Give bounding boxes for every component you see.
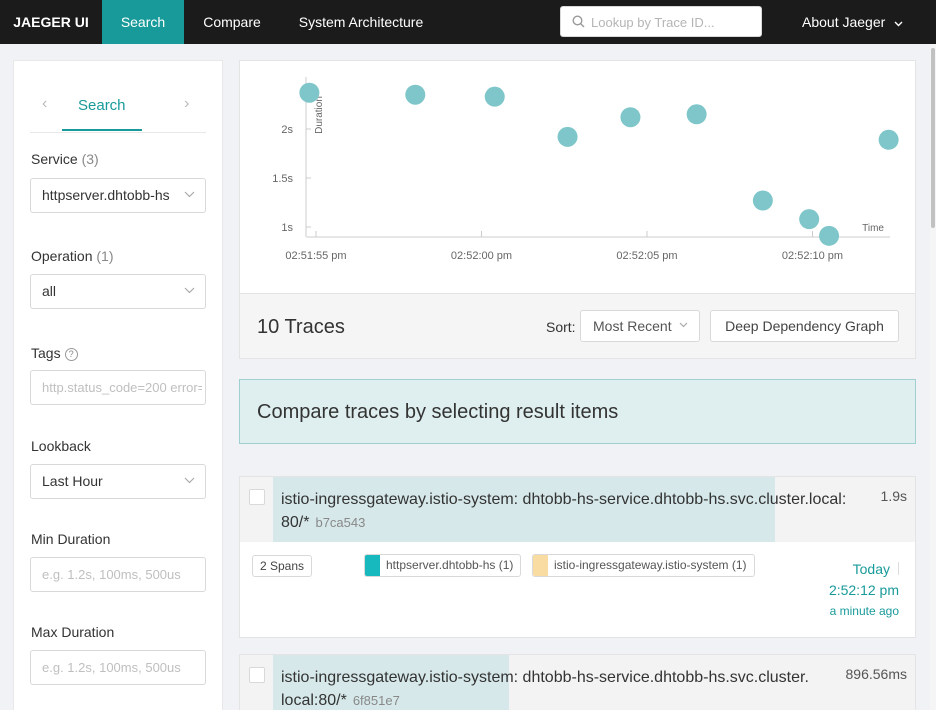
trace-point[interactable] xyxy=(799,209,820,230)
trace-point[interactable] xyxy=(878,129,899,150)
traces-count: 10 Traces xyxy=(257,316,345,338)
trace-select-checkbox[interactable] xyxy=(249,489,265,505)
compare-banner-text: Compare traces by selecting result items xyxy=(257,401,619,423)
span-count-badge: 2 Spans xyxy=(252,555,313,577)
x-tick-label: 02:52:00 pm xyxy=(451,250,512,262)
chevron-down-icon xyxy=(184,191,195,198)
scatter-chart: 1s 1.5s 2s 02:51:55 pm 02:52:00 pm 02:52:05 p… xyxy=(272,77,899,262)
search-tabs: ‹ Search › xyxy=(30,61,206,133)
service-value: httpserver.dhtobb-hs xyxy=(42,187,170,203)
lookback-value: Last Hour xyxy=(42,473,103,489)
trace-id-lookup[interactable] xyxy=(560,6,762,37)
operation-select[interactable]: all xyxy=(30,274,206,309)
chevron-down-icon xyxy=(894,21,903,27)
trace-point[interactable] xyxy=(557,126,578,147)
chevron-right-icon[interactable]: › xyxy=(184,95,189,113)
service-tag: istio-ingressgateway.istio-system (1) xyxy=(532,554,755,577)
trace-result-item[interactable]: istio-ingressgateway.istio-system: dhtob… xyxy=(239,654,916,710)
trace-point[interactable] xyxy=(752,190,773,211)
service-label: Service (3) xyxy=(31,151,99,167)
trace-id: b7ca543 xyxy=(315,515,366,530)
trace-result-header[interactable]: istio-ingressgateway.istio-system: dhtob… xyxy=(240,477,915,542)
min-duration-input[interactable]: e.g. 1.2s, 100ms, 500us xyxy=(30,557,206,592)
tab-search[interactable]: Search xyxy=(78,97,126,114)
trace-point[interactable] xyxy=(484,86,505,107)
chevron-down-icon xyxy=(679,322,688,328)
service-color-swatch xyxy=(533,555,548,576)
y-tick-label: 2s xyxy=(281,124,293,136)
help-icon[interactable]: ? xyxy=(64,348,78,361)
compare-banner: Compare traces by selecting result items xyxy=(239,379,916,444)
nav-compare[interactable]: Compare xyxy=(190,0,274,44)
trace-title[interactable]: istio-ingressgateway.istio-system: dhtob… xyxy=(281,666,841,710)
sort-value: Most Recent xyxy=(593,318,672,334)
trace-duration: 896.56ms xyxy=(845,666,907,682)
about-jaeger-label: About Jaeger xyxy=(802,14,886,30)
trace-result-item[interactable]: istio-ingressgateway.istio-system: dhtob… xyxy=(239,476,916,638)
service-tag: httpserver.dhtobb-hs (1) xyxy=(364,554,522,577)
trace-point[interactable] xyxy=(686,104,707,125)
trace-id: 6f851e7 xyxy=(352,693,400,708)
nav-system-architecture[interactable]: System Architecture xyxy=(288,0,434,44)
chevron-down-icon xyxy=(184,287,195,294)
max-duration-input[interactable]: e.g. 1.2s, 100ms, 500us xyxy=(30,650,206,685)
lookback-select[interactable]: Last Hour xyxy=(30,464,206,499)
search-panel: ‹ Search › Service (3) httpserver.dhtobb… xyxy=(13,60,223,710)
trace-select-checkbox[interactable] xyxy=(249,667,265,683)
y-axis-label: Duration xyxy=(314,96,325,134)
x-tick-label: 02:52:05 pm xyxy=(616,250,677,262)
trace-result-header[interactable]: istio-ingressgateway.istio-system: dhtob… xyxy=(240,655,915,710)
trace-scatter-plot: 1s 1.5s 2s 02:51:55 pm 02:52:00 pm 02:52:05 p… xyxy=(239,60,916,294)
search-icon xyxy=(572,15,585,28)
trace-point[interactable] xyxy=(405,84,426,105)
active-tab-indicator xyxy=(62,129,142,131)
x-axis-label: Time xyxy=(862,223,884,234)
scrollbar-thumb[interactable] xyxy=(931,48,935,228)
operation-label: Operation (1) xyxy=(31,248,114,264)
operation-value: all xyxy=(42,283,57,299)
tags-input[interactable]: http.status_code=200 error=true xyxy=(30,370,206,405)
service-color-swatch xyxy=(365,555,380,576)
trace-point[interactable] xyxy=(299,82,320,103)
trace-point[interactable] xyxy=(819,225,840,246)
sort-label: Sort: xyxy=(546,319,576,335)
results-header: 10 Traces Sort: Most Recent Deep Depende… xyxy=(239,293,916,359)
y-tick-label: 1.5s xyxy=(272,173,293,185)
y-tick-label: 1s xyxy=(281,222,293,234)
nav-search[interactable]: Search xyxy=(102,0,184,44)
about-jaeger-menu[interactable]: About Jaeger xyxy=(802,0,903,44)
x-tick-label: 02:52:10 pm xyxy=(782,250,843,262)
max-duration-label: Max Duration xyxy=(31,624,115,640)
trace-title[interactable]: istio-ingressgateway.istio-system: dhtob… xyxy=(281,488,861,534)
deep-dependency-graph-button[interactable]: Deep Dependency Graph xyxy=(710,310,899,342)
min-duration-label: Min Duration xyxy=(31,531,111,547)
brand-logo[interactable]: JAEGER UI xyxy=(0,0,102,44)
chevron-left-icon[interactable]: ‹ xyxy=(42,95,47,113)
top-nav: JAEGER UI Search Compare System Architec… xyxy=(0,0,936,44)
trace-timestamp: Today 2:52:12 pm a minute ago xyxy=(828,561,899,618)
trace-duration: 1.9s xyxy=(880,488,907,504)
trace-point[interactable] xyxy=(620,107,641,128)
chevron-down-icon xyxy=(184,477,195,484)
sort-select[interactable]: Most Recent xyxy=(580,310,700,342)
tags-label: Tags? xyxy=(31,345,78,361)
x-tick-label: 02:51:55 pm xyxy=(285,250,346,262)
lookback-label: Lookback xyxy=(31,438,91,454)
trace-id-input[interactable] xyxy=(591,11,756,33)
service-select[interactable]: httpserver.dhtobb-hs xyxy=(30,178,206,213)
